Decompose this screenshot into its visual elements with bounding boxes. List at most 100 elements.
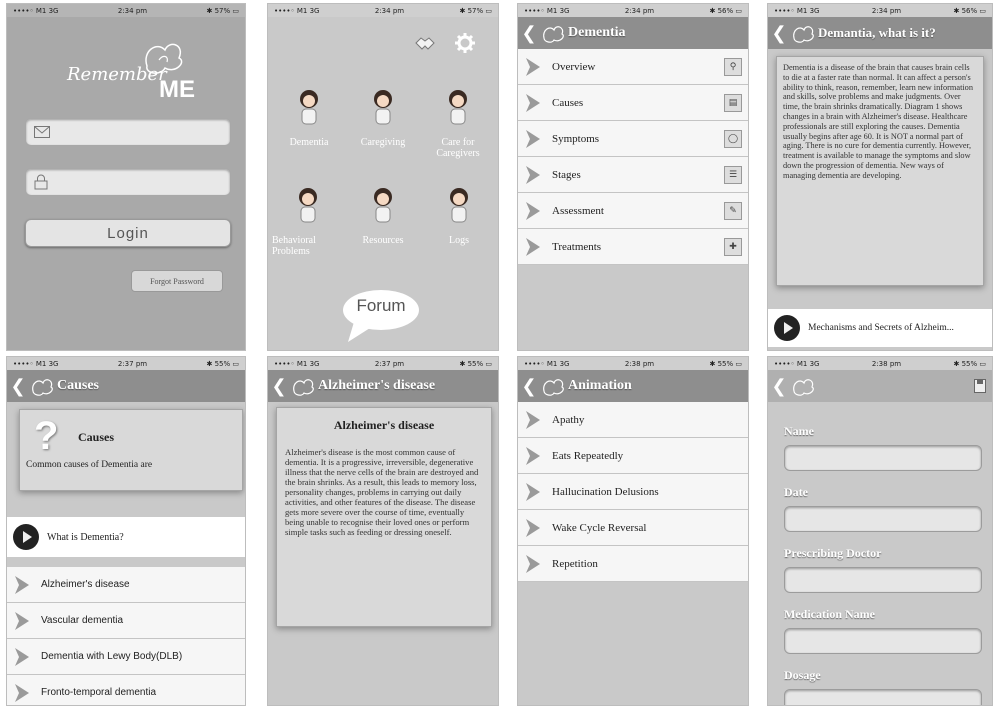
video-row[interactable]: What is Dementia? xyxy=(7,517,245,557)
login-button[interactable]: Login xyxy=(25,219,231,247)
navbar: ❮ Alzheimer's disease xyxy=(268,370,498,402)
back-chevron-icon[interactable]: ❮ xyxy=(268,376,290,397)
tile-resources[interactable]: Resources xyxy=(348,186,418,276)
back-chevron-icon[interactable]: ❮ xyxy=(768,23,790,44)
list-item-hallucination[interactable]: Hallucination Delusions xyxy=(518,474,748,510)
play-icon xyxy=(13,524,39,550)
forum-label: Forum xyxy=(356,296,406,315)
carrier-label: ••••◦ M1 3G xyxy=(524,6,570,15)
list-item-stages[interactable]: Stages ☰ xyxy=(518,157,748,193)
page-title: Animation xyxy=(568,378,632,393)
tile-logs[interactable]: Logs xyxy=(424,186,494,276)
page-title: Causes xyxy=(57,378,100,393)
chevron-right-icon xyxy=(526,237,540,256)
status-bar: ••••◦ M1 3G 2:34 pm ✱ 57% ▭ xyxy=(268,4,498,17)
chevron-right-icon xyxy=(15,611,29,630)
tile-care-for-caregivers[interactable]: Care for Caregivers xyxy=(420,88,496,178)
stairs-icon: ☰ xyxy=(724,165,742,184)
list-item-label: Alzheimer's disease xyxy=(41,579,130,590)
forgot-password-button[interactable]: Forgot Password xyxy=(131,270,223,292)
tile-dementia[interactable]: Dementia xyxy=(274,88,344,178)
list-item-apathy[interactable]: Apathy xyxy=(518,402,748,438)
chevron-right-icon xyxy=(526,446,540,465)
logo-flower-icon xyxy=(32,379,53,396)
forum-button[interactable]: Forum xyxy=(338,286,424,346)
back-chevron-icon[interactable]: ❮ xyxy=(518,376,540,397)
pencil-icon: ✎ xyxy=(724,201,742,220)
list-item-label: Symptoms xyxy=(552,132,600,145)
list-item-fronto-temporal[interactable]: Fronto-temporal dementia xyxy=(7,675,245,705)
medication-name-field[interactable] xyxy=(784,628,982,654)
list-item-label: Causes xyxy=(552,96,584,109)
prescribing-doctor-field[interactable] xyxy=(784,567,982,593)
gear-icon[interactable] xyxy=(454,32,476,54)
list-item-treatments[interactable]: Treatments ✚ xyxy=(518,229,748,265)
carrier-label: ••••◦ M1 3G xyxy=(774,359,820,368)
list-item-label: Apathy xyxy=(552,413,585,426)
tile-caregiving[interactable]: Caregiving xyxy=(348,88,418,178)
list-item-repetition[interactable]: Repetition xyxy=(518,546,748,582)
list-item-symptoms[interactable]: Symptoms ◯ xyxy=(518,121,748,157)
list-item-wake-cycle[interactable]: Wake Cycle Reversal xyxy=(518,510,748,546)
chevron-right-icon xyxy=(526,554,540,573)
dosage-label: Dosage xyxy=(784,668,821,682)
time-label: 2:37 pm xyxy=(374,359,405,368)
card-text: Common causes of Dementia are xyxy=(26,460,153,470)
login-button-label: Login xyxy=(107,224,149,242)
list-item-vascular[interactable]: Vascular dementia xyxy=(7,603,245,639)
video-title: Mechanisms and Secrets of Alzheim... xyxy=(808,323,954,333)
list-item-assessment[interactable]: Assessment ✎ xyxy=(518,193,748,229)
date-field[interactable] xyxy=(784,506,982,532)
card-heading: Causes xyxy=(78,430,115,444)
carrier-label: ••••◦ M1 3G xyxy=(13,6,59,15)
syringe-icon: ✚ xyxy=(724,237,742,256)
back-chevron-icon[interactable]: ❮ xyxy=(7,376,29,397)
body-text: Dementia is a disease of the brain that … xyxy=(783,63,973,180)
list-item-alzheimers[interactable]: Alzheimer's disease xyxy=(7,567,245,603)
list-item-label: Overview xyxy=(552,60,596,73)
list-item-label: Fronto-temporal dementia xyxy=(41,687,157,698)
logo-flower-icon xyxy=(293,379,314,396)
carrier-label: ••••◦ M1 3G xyxy=(274,6,320,15)
medication-name-label: Medication Name xyxy=(784,607,875,621)
chevron-right-icon xyxy=(526,518,540,537)
battery-label: ✱ 56% ▭ xyxy=(953,6,987,15)
status-bar: ••••◦ M1 3G 2:34 pm ✱ 56% ▭ xyxy=(768,4,992,17)
chevron-right-icon xyxy=(15,647,29,666)
password-field[interactable] xyxy=(25,168,231,196)
list-item-eats-repeatedly[interactable]: Eats Repeatedly xyxy=(518,438,748,474)
forgot-password-label: Forgot Password xyxy=(150,276,204,286)
video-row[interactable]: Mechanisms and Secrets of Alzheim... xyxy=(768,309,992,347)
card-heading: Alzheimer's disease xyxy=(333,418,435,432)
save-icon[interactable] xyxy=(974,379,986,393)
list-item-overview[interactable]: Overview ⚲ xyxy=(518,49,748,85)
battery-label: ✱ 55% ▭ xyxy=(206,359,240,368)
chevron-right-icon xyxy=(526,482,540,501)
list-item-lewy-body[interactable]: Dementia with Lewy Body(DLB) xyxy=(7,639,245,675)
status-bar: ••••◦ M1 3G 2:34 pm ✱ 56% ▭ xyxy=(518,4,748,17)
play-icon xyxy=(774,315,800,341)
list-item-label: Wake Cycle Reversal xyxy=(552,521,647,534)
status-bar: ••••◦ M1 3G 2:38 pm ✱ 55% ▭ xyxy=(768,357,992,370)
dosage-field[interactable] xyxy=(784,689,982,705)
logo-bold-text: ME xyxy=(159,76,195,103)
name-field[interactable] xyxy=(784,445,982,471)
list-item-label: Hallucination Delusions xyxy=(552,485,659,498)
status-bar: ••••◦ M1 3G 2:37 pm ✱ 55% ▭ xyxy=(7,357,245,370)
tile-behavioral-problems[interactable]: Behavioral Problems xyxy=(272,186,344,276)
causes-list: Alzheimer's disease Vascular dementia De… xyxy=(7,567,245,705)
app-logo: Remember ME xyxy=(67,36,217,106)
back-chevron-icon[interactable]: ❮ xyxy=(768,376,790,397)
girl-avatar-icon xyxy=(449,90,467,125)
list-item-causes[interactable]: Causes ▤ xyxy=(518,85,748,121)
time-label: 2:34 pm xyxy=(871,6,902,15)
time-label: 2:34 pm xyxy=(117,6,148,15)
back-chevron-icon[interactable]: ❮ xyxy=(518,23,540,44)
animation-list: Apathy Eats Repeatedly Hallucination Del… xyxy=(518,402,748,582)
navbar: ❮ Animation xyxy=(518,370,748,402)
tile-label: Resources xyxy=(362,235,404,246)
handshake-icon[interactable] xyxy=(414,34,436,52)
battery-label: ✱ 57% ▭ xyxy=(206,6,240,15)
battery-label: ✱ 56% ▭ xyxy=(709,6,743,15)
email-field[interactable] xyxy=(25,118,231,146)
